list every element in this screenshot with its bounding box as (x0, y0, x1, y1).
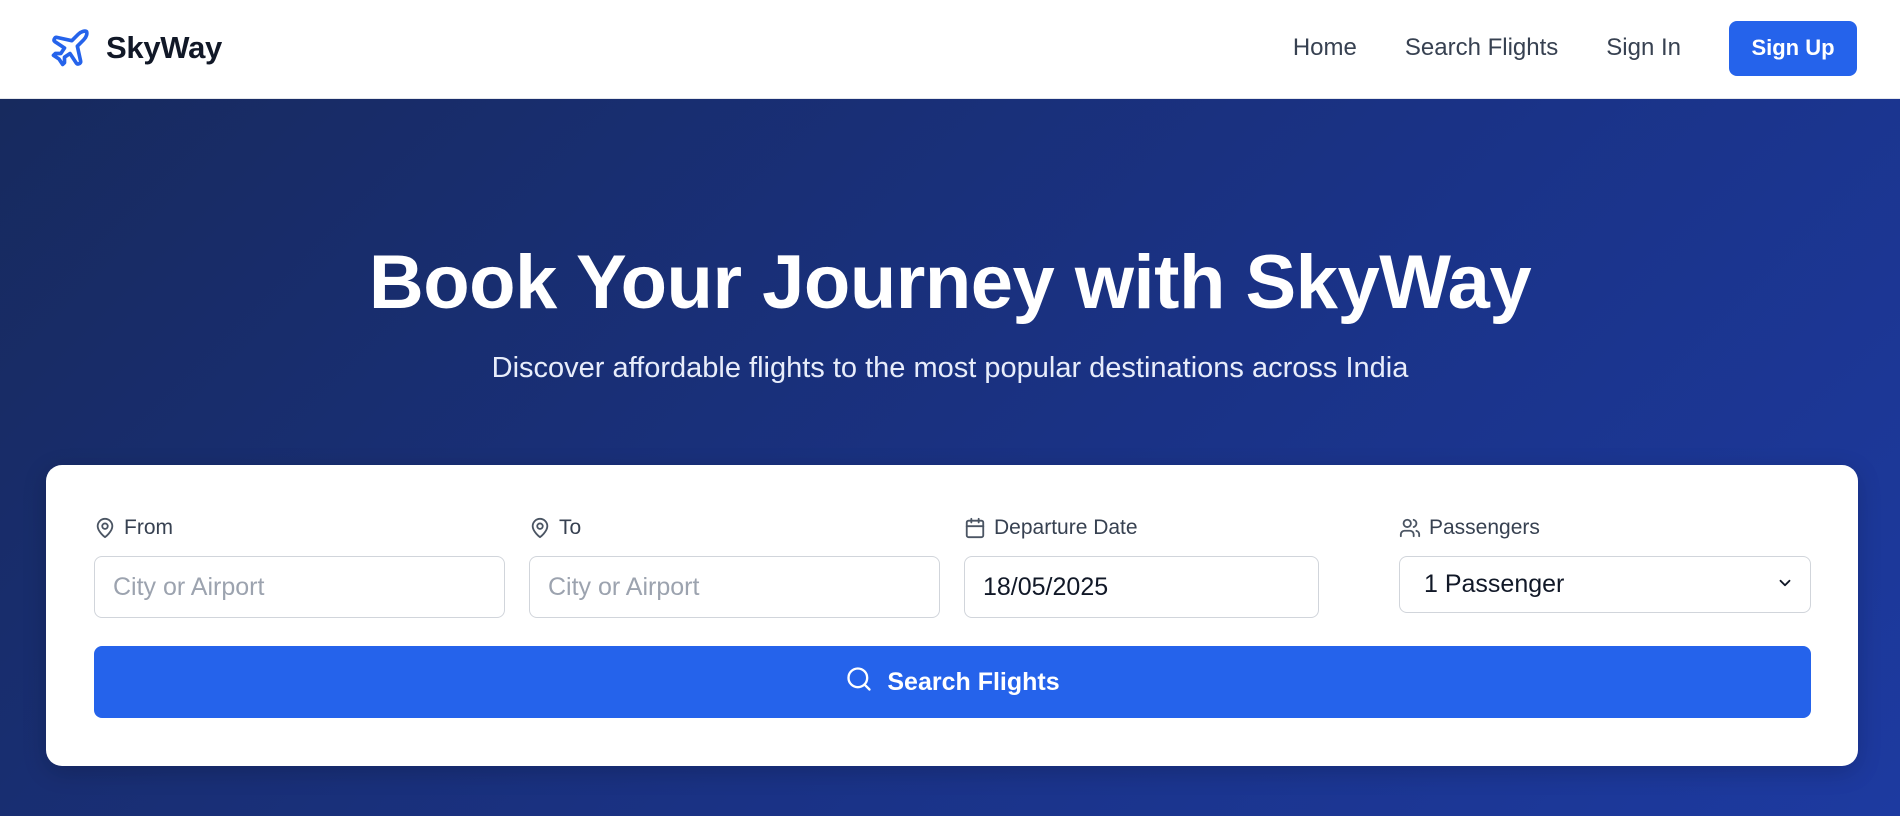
from-label: From (124, 516, 173, 539)
chevron-down-icon (1776, 570, 1794, 599)
nav-link-search-flights[interactable]: Search Flights (1405, 20, 1558, 76)
flight-search-card: From City or Airport To City or Airport … (46, 465, 1858, 766)
passengers-label: Passengers (1429, 516, 1540, 539)
to-input[interactable]: City or Airport (529, 556, 940, 618)
users-icon (1399, 517, 1421, 539)
hero-section: Book Your Journey with SkyWay Discover a… (0, 99, 1900, 816)
from-input[interactable]: City or Airport (94, 556, 505, 618)
nav-link-home[interactable]: Home (1293, 20, 1357, 76)
departure-date-input[interactable]: 18/05/2025 (964, 556, 1319, 618)
to-label: To (559, 516, 582, 539)
calendar-icon (964, 517, 986, 539)
plane-icon (48, 26, 92, 70)
nav-link-sign-in[interactable]: Sign In (1606, 20, 1681, 76)
passengers-select[interactable]: 1 Passenger (1399, 556, 1811, 613)
nav-links: Home Search Flights Sign In Sign Up (1293, 20, 1857, 76)
search-icon (845, 665, 873, 700)
brand-name: SkyWay (106, 30, 222, 65)
top-navbar: SkyWay Home Search Flights Sign In Sign … (0, 0, 1900, 99)
passengers-field: Passengers 1 Passenger (1399, 514, 1811, 613)
search-flights-button-label: Search Flights (887, 667, 1060, 696)
from-field: From City or Airport (94, 514, 505, 618)
passengers-selected-value: 1 Passenger (1424, 570, 1565, 598)
map-pin-icon (529, 517, 551, 539)
to-field: To City or Airport (529, 514, 940, 618)
map-pin-icon (94, 517, 116, 539)
sign-up-button[interactable]: Sign Up (1729, 20, 1857, 76)
hero-title: Book Your Journey with SkyWay (368, 240, 1532, 325)
departure-date-field: Departure Date 18/05/2025 (964, 514, 1319, 618)
hero-subtitle: Discover affordable flights to the most … (491, 352, 1409, 384)
brand-logo[interactable]: SkyWay (48, 26, 222, 70)
search-flights-button[interactable]: Search Flights (94, 646, 1811, 718)
departure-date-label: Departure Date (994, 516, 1138, 539)
